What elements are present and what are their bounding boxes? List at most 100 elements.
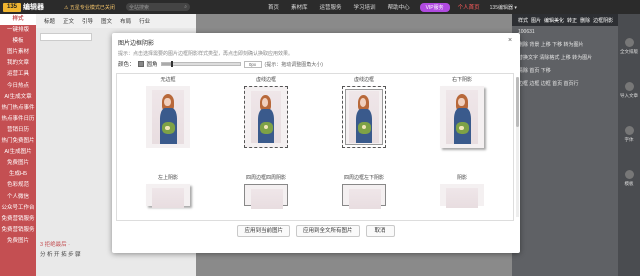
image-tools-header: 样式 图片 编辑美化 转正 删除 边框阴影: [512, 14, 618, 26]
panel-tab-beautify[interactable]: 编辑美化: [544, 17, 564, 24]
sidebar-item[interactable]: 我的文章: [0, 58, 36, 69]
preview-photo: [152, 188, 184, 208]
style-option-label: 右下阴影: [451, 77, 472, 83]
sidebar-item[interactable]: 运营工具: [0, 69, 36, 80]
radius-slider[interactable]: [160, 61, 241, 67]
top-nav-learning[interactable]: 学习培训: [354, 3, 376, 11]
tool-import[interactable]: 导入文章: [618, 78, 640, 102]
sidebar-item[interactable]: 热点事件日历: [0, 114, 36, 125]
tab-body[interactable]: 正文: [63, 17, 74, 25]
style-option-label: 四周边框左下阴影: [343, 175, 384, 181]
color-swatch[interactable]: [137, 61, 144, 67]
account-menu[interactable]: 135编辑器 ▾: [490, 4, 517, 11]
sidebar-item[interactable]: 样式: [0, 14, 36, 26]
style-preview: [146, 86, 190, 148]
color-radius-row: 颜色： 圆角 0px (提示：拖动调整图角大小): [118, 60, 323, 68]
style-option-dashed[interactable]: 虚线边框: [217, 76, 315, 148]
sidebar-item[interactable]: 热门热点事件: [0, 103, 36, 114]
apply-current-button[interactable]: 应用到当前图片: [237, 225, 290, 237]
sidebar-item[interactable]: 一键排版: [0, 25, 36, 36]
panel-line[interactable]: 删除 背景 上移 下移 转为图片: [512, 39, 618, 52]
app-logo[interactable]: 135 编辑器: [0, 2, 60, 12]
image-tools-panel: 样式 图片 编辑美化 转正 删除 边框阴影 100631 删除 背景 上移 下移…: [512, 14, 618, 276]
sidebar-item[interactable]: 免费图片: [0, 236, 36, 247]
radius-slider-fill: [161, 63, 171, 65]
sidebar-item[interactable]: 免费营销服务: [0, 225, 36, 236]
sidebar-item[interactable]: 色彩规范: [0, 180, 36, 191]
panel-line: 100631: [518, 29, 535, 35]
logo-badge: 135: [3, 2, 21, 12]
sidebar-item[interactable]: 生成H5: [0, 169, 36, 180]
tool-font[interactable]: 字体: [618, 122, 640, 146]
tab-image-text[interactable]: 图文: [101, 17, 112, 25]
sidebar-item[interactable]: 公众号工作台: [0, 203, 36, 214]
dialog-title: 图片边框阴影: [118, 41, 155, 47]
article-heading: 3 拒绝最后 ·: [40, 242, 70, 248]
sidebar-item[interactable]: AI生成图片: [0, 147, 36, 158]
gallery-scrollbar-thumb[interactable]: [516, 77, 519, 127]
panel-line[interactable]: 清除 首页 下移: [512, 65, 618, 78]
gallery-scrollbar[interactable]: [516, 77, 519, 217]
dialog-tip: 提示：点击选择需要的图片边框阴影样式类型，再点击即刻确认换取应用效果。: [118, 51, 294, 57]
apply-all-button[interactable]: 应用到全文所有图片: [295, 225, 360, 237]
radius-px-value[interactable]: 0px: [243, 60, 262, 68]
preview-photo: [446, 90, 478, 144]
sidebar-item[interactable]: 营销日历: [0, 125, 36, 136]
style-option-label: 阴影: [456, 175, 467, 181]
style-option-around-border-bottom-left-shadow[interactable]: 四周边框左下阴影: [315, 174, 413, 209]
logo-text: 编辑器: [23, 4, 44, 11]
sidebar-item[interactable]: 图片素材: [0, 47, 36, 58]
style-search-input[interactable]: [40, 33, 92, 41]
sidebar-item[interactable]: 个人微信: [0, 192, 36, 203]
tab-layout[interactable]: 布局: [120, 17, 131, 25]
cancel-button[interactable]: 取消: [365, 225, 395, 237]
tab-industry[interactable]: 行业: [139, 17, 150, 25]
style-option-around-border-shadow[interactable]: 四周边框四周阴影: [217, 174, 315, 209]
panel-tab-image[interactable]: 图片: [531, 17, 541, 24]
style-option-top-left-shadow[interactable]: 左上阴影: [119, 174, 217, 208]
sidebar-item[interactable]: AI生成文章: [0, 92, 36, 103]
style-preview: [342, 86, 386, 148]
style-preview: [244, 184, 288, 209]
top-nav-home[interactable]: 首页: [268, 3, 279, 11]
sidebar-item[interactable]: 免费营销服务: [0, 214, 36, 225]
close-icon[interactable]: ×: [506, 37, 514, 45]
tool-full-layout[interactable]: 全文排版: [618, 34, 640, 58]
style-preview: [440, 86, 484, 148]
dialog-actions: 应用到当前图片 应用到全文所有图片 取消: [112, 225, 520, 237]
top-nav: 首页 素材库 运营服务 学习培训 帮助中心: [268, 3, 410, 11]
search-icon[interactable]: ⌕: [184, 4, 187, 10]
radius-hint: (提示：拖动调整图角大小): [264, 61, 323, 68]
tab-guide[interactable]: 引导: [82, 17, 93, 25]
sidebar-item[interactable]: 热门免费图片: [0, 136, 36, 147]
panel-line[interactable]: 替换文字 清除格式 上移 转为图片: [512, 52, 618, 65]
preview-photo: [251, 91, 281, 143]
style-option-no-border[interactable]: 无边框: [119, 76, 217, 148]
panel-tab-delete[interactable]: 删除: [580, 17, 590, 24]
panel-line[interactable]: 边框 边框 边框 首页 首页行: [512, 78, 618, 91]
top-nav-library[interactable]: 素材库: [291, 3, 308, 11]
style-category-tabs: 标题 正文 引导 图文 布局 行业: [36, 14, 196, 28]
personal-home-link[interactable]: 个人首页: [458, 3, 480, 11]
style-option-shadow[interactable]: 阴影: [413, 174, 511, 208]
panel-tab-border-shadow[interactable]: 边框阴影: [593, 17, 613, 24]
tab-title[interactable]: 标题: [44, 17, 55, 25]
panel-tab-style[interactable]: 样式: [518, 17, 528, 24]
style-preview: [244, 86, 288, 148]
style-option-label: 四周边框四周阴影: [245, 175, 286, 181]
vip-button[interactable]: VIP服务: [419, 2, 450, 12]
sidebar-item[interactable]: 模板: [0, 36, 36, 47]
mode-notice[interactable]: ⚠ 五星专业模式已关闭: [64, 4, 126, 11]
left-sidebar: 样式 一键排版 模板 图片素材 我的文章 运营工具 今日热点 AI生成文章 热门…: [0, 14, 36, 276]
top-nav-services[interactable]: 运营服务: [320, 3, 342, 11]
style-option-dashed-inner[interactable]: 虚线边框: [315, 76, 413, 148]
top-nav-help[interactable]: 帮助中心: [388, 3, 410, 11]
style-option-label: 左上阴影: [157, 175, 178, 181]
radius-slider-thumb[interactable]: [170, 61, 173, 67]
sidebar-item[interactable]: 免费图片: [0, 158, 36, 169]
panel-tab-rotate[interactable]: 转正: [567, 17, 577, 24]
site-search[interactable]: 全站搜索 ⌕: [126, 3, 190, 11]
sidebar-item[interactable]: 今日热点: [0, 81, 36, 92]
style-option-bottom-right-shadow[interactable]: 右下阴影: [413, 76, 511, 148]
tool-template[interactable]: 模板: [618, 166, 640, 190]
